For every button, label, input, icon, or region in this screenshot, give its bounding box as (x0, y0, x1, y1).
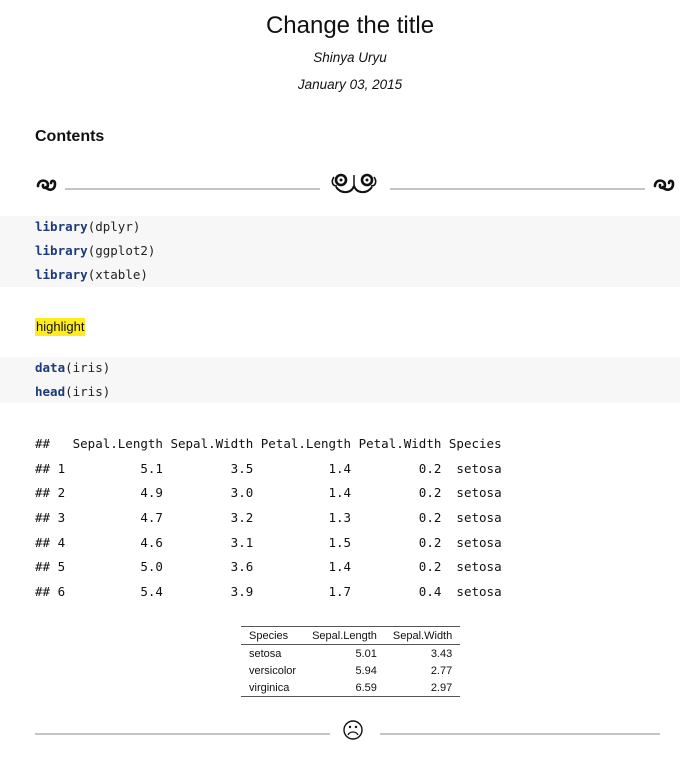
code-function: head (35, 384, 66, 399)
output-row: ## 6 5.4 3.9 1.7 0.4 setosa (35, 584, 502, 599)
table-cell: 5.01 (355, 647, 377, 660)
table-row: setosa 5.01 3.43 (241, 645, 460, 663)
table-header: Sepal.Width (384, 626, 461, 645)
species-summary-table: Species Sepal.Length Sepal.Width setosa … (241, 626, 461, 697)
code-line: data(iris) (35, 358, 110, 378)
table-row: virginica 6.59 2.97 (241, 679, 461, 697)
code-function: library (35, 267, 88, 282)
code-args: (iris) (65, 384, 111, 399)
table-cell: 3.43 (430, 647, 453, 660)
code-line: head(iris) (35, 382, 110, 402)
code-args: (ggplot2) (87, 243, 156, 258)
contents-heading: Contents (35, 128, 105, 145)
code-line: library(xtable) (35, 265, 148, 285)
table-cell: 5.94 (355, 664, 377, 677)
code-function: library (35, 243, 88, 258)
sad-face-divider (35, 720, 660, 740)
table-cell: 6.59 (304, 679, 385, 697)
document-page: Change the title Shinya Uryu January 03,… (0, 0, 700, 763)
code-block-data: data(iris) head(iris) (0, 357, 680, 403)
code-line: library(ggplot2) (35, 241, 155, 261)
table-header-row: Species Sepal.Length Sepal.Width (241, 626, 461, 645)
code-args: (xtable) (87, 267, 148, 282)
code-function: library (35, 219, 88, 234)
code-args: (dplyr) (87, 219, 141, 234)
table-cell: 2.77 (430, 664, 453, 677)
output-row: ## 3 4.7 3.2 1.3 0.2 setosa (35, 510, 502, 525)
code-block-libraries: library(dplyr) library(ggplot2) library(… (0, 216, 680, 287)
table-header: Species (241, 626, 305, 645)
document-title: Change the title (265, 12, 435, 39)
table-cell: setosa (249, 647, 282, 660)
floral-ornament-icon (331, 173, 377, 194)
output-row: ## 1 5.1 3.5 1.4 0.2 setosa (35, 461, 502, 476)
code-function: data (35, 360, 66, 375)
right-swirl-icon (653, 179, 675, 191)
table-header: Sepal.Length (304, 626, 385, 645)
output-header: ## Sepal.Length Sepal.Width Petal.Length… (35, 436, 502, 451)
left-swirl-icon (36, 179, 57, 191)
table-row: versicolor 5.94 2.77 (241, 662, 460, 679)
code-args: (iris) (65, 360, 111, 375)
code-line: library(dplyr) (35, 217, 140, 237)
output-row: ## 5 5.0 3.6 1.4 0.2 setosa (35, 559, 502, 574)
table-cell: 2.97 (384, 679, 461, 697)
output-row: ## 2 4.9 3.0 1.4 0.2 setosa (35, 485, 502, 500)
table-cell: versicolor (249, 664, 297, 677)
sad-face-icon (343, 720, 363, 740)
floral-divider (36, 173, 675, 194)
table-cell: virginica (241, 679, 305, 697)
document-author: Shinya Uryu (313, 50, 387, 65)
document-date: January 03, 2015 (297, 77, 403, 92)
highlighted-text: highlight (35, 318, 86, 336)
output-row: ## 4 4.6 3.1 1.5 0.2 setosa (35, 535, 502, 550)
